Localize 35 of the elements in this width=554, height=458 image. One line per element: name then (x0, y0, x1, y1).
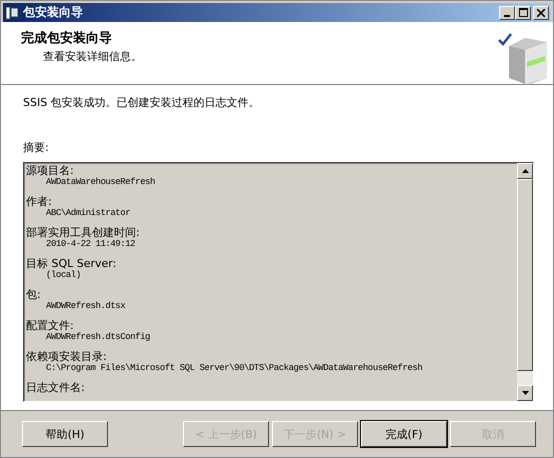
minimize-button[interactable] (499, 6, 515, 20)
scroll-up-button[interactable] (517, 163, 533, 179)
summary-field-label: 作者: (26, 196, 53, 208)
up-arrow-icon (522, 169, 528, 173)
down-arrow-icon (522, 391, 528, 395)
summary-field-label: 目标 SQL Server: (26, 258, 118, 270)
summary-field-value: (local) (45, 270, 82, 280)
maximize-icon (518, 8, 528, 17)
summary-field-value: AWDWRefresh.dtsConfig (45, 332, 151, 342)
summary-field-label: 依赖项安装目录: (26, 351, 108, 363)
summary-field-label: 部署实用工具创建时间: (26, 227, 141, 239)
minimize-icon (504, 14, 510, 16)
scroll-down-button[interactable] (517, 385, 533, 401)
header-subtitle: 查看安装详细信息。 (42, 49, 142, 64)
maximize-button[interactable] (515, 6, 531, 20)
scroll-thumb[interactable] (517, 179, 533, 371)
window-title: 包安装向导 (23, 4, 84, 21)
vertical-scrollbar[interactable] (517, 163, 533, 401)
summary-field-value: AWDataWarehouseRefresh (45, 177, 156, 187)
summary-field-label: 日志文件名: (26, 382, 86, 394)
summary-label: 摘要: (23, 140, 50, 155)
summary-field-label: 包: (26, 289, 42, 301)
summary-field-value: AWDWRefresh.dtsx (45, 301, 126, 311)
dialog-button[interactable]: 帮助(H) (22, 421, 108, 447)
summary-field-value: 2010-4-22 11:49:12 (45, 239, 136, 249)
status-message: SSIS 包安装成功。已创建安装过程的日志文件。 (23, 95, 261, 110)
dialog-button[interactable]: 完成(F) (361, 421, 447, 447)
close-icon (537, 8, 545, 16)
window-icon (5, 6, 19, 20)
header-title: 完成包安装向导 (21, 30, 113, 47)
close-button[interactable] (533, 6, 549, 20)
summary-field-value: ABC\Administrator (45, 208, 132, 218)
summary-field-label: 源项目名: (26, 165, 75, 177)
summary-field-label: 配置文件: (26, 320, 75, 332)
summary-field-value: C:\Program Files\Microsoft SQL Server\90\DTS\Packages\AWDataWarehouseRefresh (45, 363, 424, 373)
